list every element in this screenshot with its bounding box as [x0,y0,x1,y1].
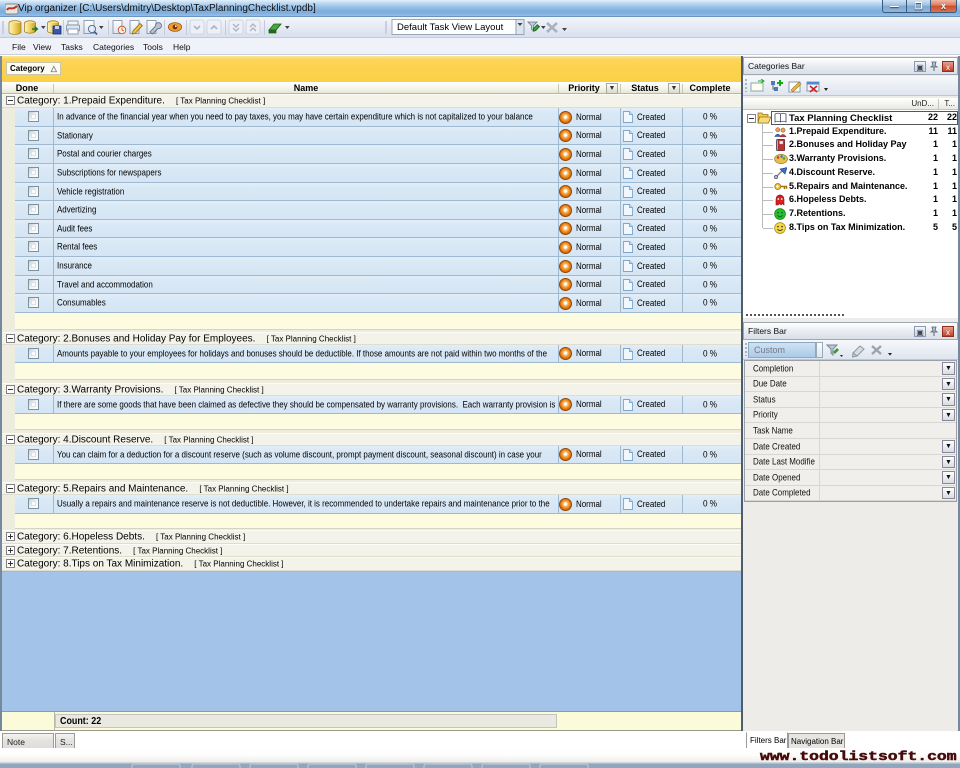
svg-text:Default Task View Layout: Default Task View Layout [397,22,504,33]
